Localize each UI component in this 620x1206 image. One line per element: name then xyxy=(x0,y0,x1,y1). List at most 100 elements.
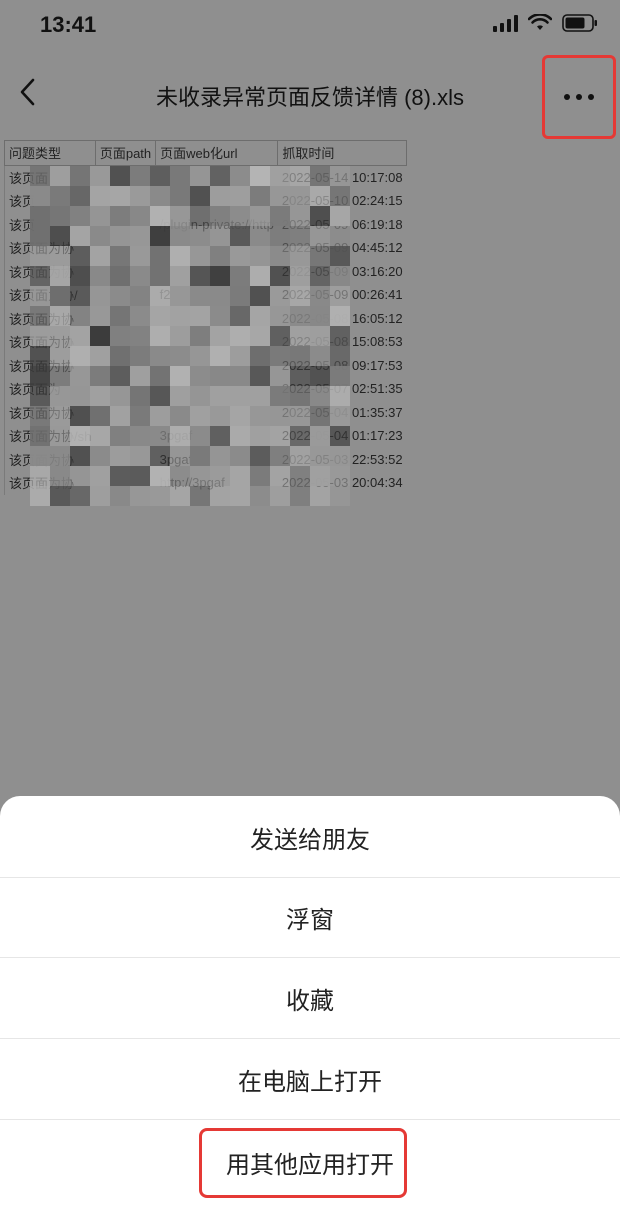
table-cell xyxy=(95,165,155,189)
table-cell xyxy=(95,283,155,307)
table-cell xyxy=(156,165,278,189)
column-header: 问题类型 xyxy=(4,140,96,166)
table-cell xyxy=(95,377,155,401)
table-cell: 该页面为协 xyxy=(4,236,96,260)
table-header-row: 问题类型 页面path 页面web化url 抓取时间 xyxy=(4,140,408,166)
status-time: 13:41 xyxy=(40,12,97,37)
highlight-box xyxy=(199,1128,407,1198)
table-cell: 3pgaf xyxy=(159,428,193,444)
table-cell: 该页面为协 xyxy=(4,471,96,495)
table-cell xyxy=(156,330,278,354)
table-row: 该页/plugin-private://http 2022-05-09 06:19… xyxy=(4,212,407,237)
table-cell: 2022-05-03 20:04:34 xyxy=(281,475,403,491)
table-cell xyxy=(95,260,155,284)
table-cell xyxy=(156,377,278,401)
table-cell: 该页面为协/sh xyxy=(4,424,96,448)
table-cell xyxy=(95,471,155,495)
table-cell: 该页面为协 xyxy=(4,330,96,354)
table-cell: 2022-05-09 04:45:12 xyxy=(281,240,403,256)
battery-icon xyxy=(562,14,597,32)
table-cell xyxy=(95,401,155,425)
chevron-left-icon xyxy=(20,78,35,106)
favorite-button[interactable]: 收藏 xyxy=(0,959,620,1039)
spreadsheet-preview: 问题类型 页面path 页面web化url 抓取时间 该页面 2022-05-14… xyxy=(4,140,408,495)
back-button[interactable] xyxy=(12,74,42,110)
nav-bar: 未收录异常页面反馈详情 (8).xls xyxy=(0,52,620,139)
page-title: 未收录异常页面反馈详情 (8).xls xyxy=(155,85,464,110)
table-cell xyxy=(95,424,155,448)
open-with-other-app-button[interactable]: 用其他应用打开 xyxy=(0,1122,620,1202)
table-row: 该页面为协 2022-05-08 15:08:53 xyxy=(4,330,407,354)
table-cell: 该页面为协 xyxy=(4,400,96,424)
table-cell: 2022-05-08 16:05:12 xyxy=(281,310,403,326)
spreadsheet-table: 问题类型 页面path 页面web化url 抓取时间 该页面 2022-05-14… xyxy=(4,140,408,495)
more-dots-icon xyxy=(564,94,594,100)
table-row: 该页面为协 2022-05-08 09:17:53 xyxy=(4,353,407,378)
table-row: 该页面 2022-05-14 10:17:08 xyxy=(4,165,407,189)
table-row: 该页面为协 2022-05-09 03:16:20 xyxy=(4,259,407,284)
table-row: 该页面为协/f2 2022-05-09 00:26:41 xyxy=(4,283,407,307)
send-to-friend-label: 发送给朋友 xyxy=(250,827,370,854)
favorite-label: 收藏 xyxy=(286,988,334,1015)
table-cell: 2022-05-04 01:35:37 xyxy=(281,404,403,420)
table-cell: 该页面为协 xyxy=(4,353,96,377)
table-row: 该页面为协 2022-05-04 01:35:37 xyxy=(4,400,407,425)
table-cell: 2022-05-14 10:17:08 xyxy=(281,169,403,185)
table-cell: 2022-05-08 09:17:53 xyxy=(281,357,403,373)
table-cell: 该页 xyxy=(4,189,96,213)
table-cell xyxy=(95,189,155,213)
table-row: 该页面为协 2022-05-08 16:05:12 xyxy=(4,306,407,331)
table-cell xyxy=(156,260,278,284)
status-bar: 13:41 xyxy=(0,0,620,52)
table-cell: 3pgaf xyxy=(159,451,193,467)
table-cell xyxy=(95,236,155,260)
table-cell xyxy=(95,330,155,354)
table-row: 该页面为 2022-05-07 02:51:35 xyxy=(4,377,407,401)
column-header: 抓取时间 xyxy=(277,140,408,166)
table-cell: 2022-05-10 02:24:15 xyxy=(281,193,403,209)
table-cell xyxy=(95,448,155,472)
table-cell: 2022-05-07 02:51:35 xyxy=(281,381,403,397)
send-to-friend-button[interactable]: 发送给朋友 xyxy=(0,798,620,878)
status-icons xyxy=(493,14,598,32)
table-cell: 2022-05-09 00:26:41 xyxy=(281,287,403,303)
more-options-button[interactable] xyxy=(542,55,616,139)
table-cell xyxy=(95,213,155,237)
table-cell: 该页面为 xyxy=(4,377,96,401)
table-cell: 2022-05-09 06:19:18 xyxy=(281,216,403,232)
wifi-icon xyxy=(528,14,552,30)
table-cell: 该页 xyxy=(4,212,96,236)
table-cell: http://3pgaf xyxy=(159,475,225,491)
table-body: 该页面 2022-05-14 10:17:08 该页 2022-05-10 02:24… xyxy=(4,165,407,495)
table-cell xyxy=(156,236,278,260)
table-cell: 2022-05-03 22:53:52 xyxy=(281,451,403,467)
open-on-computer-label: 在电脑上打开 xyxy=(238,1069,382,1096)
table-cell xyxy=(156,189,278,213)
table-cell: 该页面为协 xyxy=(4,306,96,330)
action-sheet: 发送给朋友 浮窗 收藏 在电脑上打开 用其他应用打开 xyxy=(0,796,620,1206)
table-cell: /plugin-private://http xyxy=(159,216,274,232)
floating-window-button[interactable]: 浮窗 xyxy=(0,878,620,958)
column-header: 页面path xyxy=(94,140,157,166)
table-row: 该页面为协 2022-05-09 04:45:12 xyxy=(4,236,407,260)
table-row: 该页面为协/sh 3pgaf 2022-05-04 01:17:23 xyxy=(4,424,407,448)
table-cell xyxy=(156,401,278,425)
table-cell: 该页面为协 xyxy=(4,447,96,471)
table-cell: f2 xyxy=(159,287,171,303)
table-cell xyxy=(95,307,155,331)
table-row: 该页面为协 3pgaf 2022-05-03 22:53:52 xyxy=(4,447,407,472)
column-header: 页面web化url xyxy=(155,140,279,166)
table-cell: 2022-05-09 03:16:20 xyxy=(281,263,403,279)
table-cell xyxy=(156,307,278,331)
table-cell: 该页面为协 xyxy=(4,259,96,283)
table-cell xyxy=(156,354,278,378)
table-row: 该页面为协 http://3pgaf 2022-05-03 20:04:34 xyxy=(4,471,407,495)
table-cell: 2022-05-04 01:17:23 xyxy=(281,428,403,444)
open-on-computer-button[interactable]: 在电脑上打开 xyxy=(0,1040,620,1120)
table-cell: 2022-05-08 15:08:53 xyxy=(281,334,403,350)
table-cell: 该页面 xyxy=(4,165,96,189)
table-cell xyxy=(95,354,155,378)
cellular-signal-icon xyxy=(493,14,518,32)
table-cell: 该页面为协/ xyxy=(4,283,96,307)
table-row: 该页 2022-05-10 02:24:15 xyxy=(4,189,407,213)
